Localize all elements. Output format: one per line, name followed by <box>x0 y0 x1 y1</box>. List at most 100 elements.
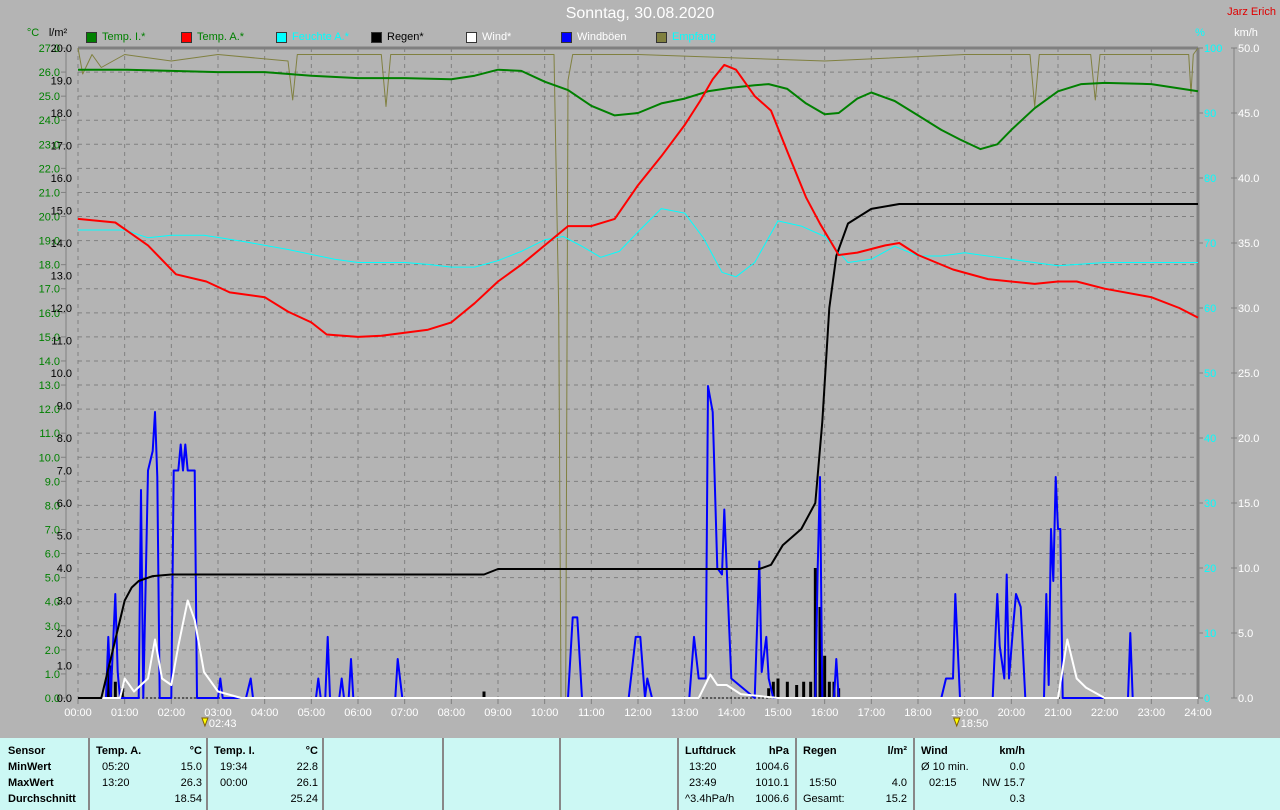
x-tick-label: 05:00 <box>298 707 326 719</box>
temp-a-max: 26.3 <box>180 777 202 789</box>
temp-a-min-time: 05:20 <box>102 761 130 773</box>
empty-column <box>322 738 442 810</box>
rain-tick-label: 9.0 <box>57 401 72 413</box>
x-tick-label: 21:00 <box>1044 707 1072 719</box>
x-tick-label: 04:00 <box>251 707 279 719</box>
x-tick-label: 16:00 <box>811 707 839 719</box>
rain-tick-label: 20.0 <box>51 43 72 55</box>
rain-tick-label: 16.0 <box>51 173 72 185</box>
pressure-avg: 1006.6 <box>755 793 789 805</box>
wind-tick-label: 45.0 <box>1238 108 1259 120</box>
rain-max: 4.0 <box>891 777 907 789</box>
rain-tick-label: 0.0 <box>57 693 72 705</box>
row-label-avg: Durchschnitt <box>8 793 76 805</box>
x-tick-label: 07:00 <box>391 707 419 719</box>
wind-column: Wind km/h Ø 10 min. 0.0 02:15 NW 15.7 0.… <box>913 738 1031 810</box>
temp-i-unit: °C <box>305 745 318 757</box>
x-tick-label: 08:00 <box>438 707 466 719</box>
temp-axis-label: °C <box>27 27 39 39</box>
legend-label: Temp. I.* <box>102 31 146 43</box>
wind-header: Wind <box>921 745 948 757</box>
rain-tick-label: 14.0 <box>51 238 72 250</box>
x-tick-label: 24:00 <box>1184 707 1212 719</box>
wind-tick-label: 40.0 <box>1238 173 1259 185</box>
legend-label: Windböen <box>577 31 627 43</box>
sensor-header: Sensor <box>8 745 46 757</box>
x-tick-label: 17:00 <box>858 707 886 719</box>
pressure-min: 1004.6 <box>755 761 789 773</box>
rain-bar <box>776 678 780 698</box>
rain-tick-label: 3.0 <box>57 596 72 608</box>
rain-bar <box>802 681 806 698</box>
humidity-tick-label: 30 <box>1204 498 1216 510</box>
temp-tick-label: 9.0 <box>45 476 60 488</box>
rain-tick-label: 7.0 <box>57 466 72 478</box>
rain-tick-label: 8.0 <box>57 433 72 445</box>
x-tick-label: 23:00 <box>1138 707 1166 719</box>
wind-tick-label: 35.0 <box>1238 238 1259 250</box>
pressure-max-time: 23:49 <box>689 777 717 789</box>
weather-chart: 0.0 1.0 2.0 3.0 4.0 5.0 6.0 7.0 8.0 9.0 10.0 11.0 12… <box>27 27 1260 730</box>
x-tick-label: 22:00 <box>1091 707 1119 719</box>
temp-a-column: Temp. A. °C 05:20 15.0 13:20 26.3 18.54 <box>88 738 208 810</box>
legend-label: Temp. A.* <box>197 31 245 43</box>
rain-tick-label: 13.0 <box>51 271 72 283</box>
x-tick-label: 11:00 <box>578 707 605 719</box>
temp-a-unit: °C <box>189 745 202 757</box>
row-label-min: MinWert <box>8 761 52 773</box>
x-tick-label: 14:00 <box>718 707 746 719</box>
temp-tick-label: 14.0 <box>39 356 60 368</box>
pressure-header: Luftdruck <box>685 745 736 757</box>
humidity-tick-label: 40 <box>1204 433 1216 445</box>
wind-avg: 0.3 <box>1009 793 1025 805</box>
pressure-trend: ^3.4hPa/h <box>685 793 735 805</box>
rain-unit: l/m² <box>887 745 907 757</box>
legend-item: Regen* <box>371 31 424 43</box>
legend-item: Wind* <box>466 31 511 43</box>
humidity-tick-label: 0 <box>1204 693 1210 705</box>
rain-tick-label: 2.0 <box>57 628 72 640</box>
legend-swatch <box>371 31 382 43</box>
legend-item: Temp. I.* <box>86 31 145 43</box>
legend-swatch <box>466 31 477 43</box>
wind-axis-label: km/h <box>1234 27 1258 39</box>
temp-a-min: 15.0 <box>180 761 202 773</box>
humidity-tick-label: 10 <box>1204 628 1216 640</box>
temp-tick-label: 21.0 <box>39 187 60 199</box>
x-tick-label: 09:00 <box>484 707 512 719</box>
temp-tick-label: 25.0 <box>39 91 60 103</box>
humidity-tick-label: 90 <box>1204 108 1216 120</box>
legend-swatch <box>276 31 287 43</box>
legend-item: Windböen <box>561 31 627 43</box>
legend-item: Empfang <box>656 31 716 43</box>
pressure-min-time: 13:20 <box>689 761 717 773</box>
temp-a-avg: 18.54 <box>174 793 202 805</box>
pressure-column: Luftdruck hPa 13:20 1004.6 23:49 1010.1 … <box>677 738 795 810</box>
stats-table: Sensor MinWert MaxWert Durchschnitt Temp… <box>0 738 1280 810</box>
legend-label: Regen* <box>387 31 424 43</box>
rain-tick-label: 6.0 <box>57 498 72 510</box>
temp-i-max-time: 00:00 <box>220 777 248 789</box>
temp-i-header: Temp. I. <box>214 745 255 757</box>
empty-column <box>559 738 677 810</box>
pressure-unit: hPa <box>768 745 789 757</box>
legend-swatch <box>181 31 192 43</box>
legend-item: Feuchte A.* <box>276 31 349 43</box>
x-tick-label: 18:00 <box>904 707 932 719</box>
wind-tick-label: 10.0 <box>1238 563 1259 575</box>
sun-marker-icon <box>201 717 209 728</box>
rain-bar <box>809 681 813 698</box>
temp-i-max: 26.1 <box>296 777 318 789</box>
rain-axis-label: l/m² <box>49 27 68 39</box>
legend-label: Empfang <box>672 31 717 43</box>
wind-max-time: 02:15 <box>929 777 957 789</box>
temp-i-min-time: 19:34 <box>220 761 248 773</box>
rain-tick-label: 12.0 <box>51 303 72 315</box>
row-label-max: MaxWert <box>8 777 54 789</box>
empty-column <box>442 738 559 810</box>
humidity-tick-label: 80 <box>1204 173 1216 185</box>
temp-tick-label: 2.0 <box>45 645 60 657</box>
humidity-tick-label: 100 <box>1204 43 1222 55</box>
pressure-max: 1010.1 <box>755 777 789 789</box>
wind-max: NW 15.7 <box>982 777 1025 789</box>
